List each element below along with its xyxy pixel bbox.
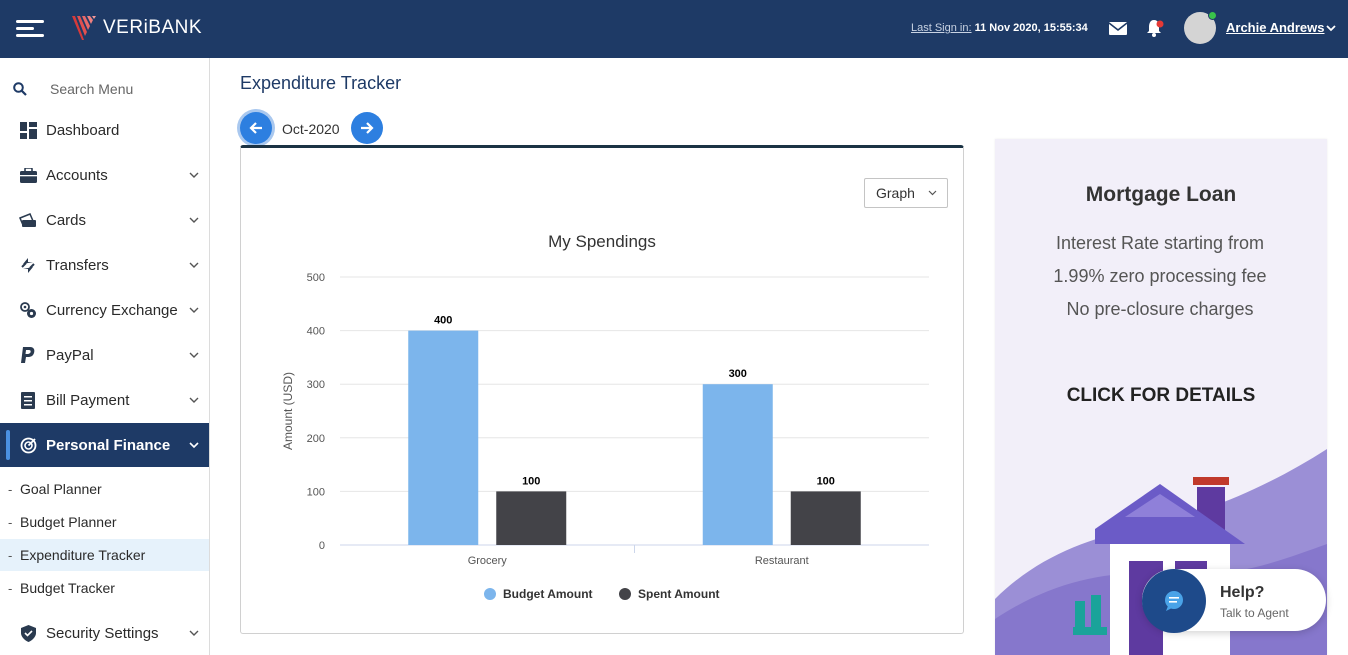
bill-icon bbox=[19, 391, 37, 409]
ad-title: Mortgage Loan bbox=[1085, 183, 1237, 206]
briefcase-icon bbox=[19, 166, 37, 184]
veribank-logo-icon bbox=[72, 16, 96, 40]
x-tick-label: Restaurant bbox=[755, 555, 809, 567]
current-month: Oct-2020 bbox=[282, 121, 340, 137]
legend-marker bbox=[619, 588, 631, 600]
y-axis-label: Amount (USD) bbox=[281, 372, 295, 450]
shield-icon bbox=[19, 624, 37, 642]
avatar[interactable] bbox=[1184, 11, 1217, 44]
expenditure-chart-card: Graph My Spendings 0 100 200 300 400 500 Amoun… bbox=[240, 145, 964, 634]
bar-spent-amount bbox=[790, 491, 861, 545]
hamburger-menu-icon[interactable] bbox=[16, 20, 44, 38]
chevron-down-icon bbox=[189, 352, 199, 358]
data-label: 100 bbox=[817, 475, 835, 487]
transfer-icon bbox=[19, 256, 37, 274]
sidebar-item-label: Security Settings bbox=[46, 624, 159, 642]
top-navbar: VERiBANK Last Sign in: 11 Nov 2020, 15:5… bbox=[0, 0, 1348, 58]
sidebar-item-security-settings[interactable]: Security Settings bbox=[0, 611, 209, 655]
sidebar: Dashboard Accounts Cards Transfers Curre… bbox=[0, 58, 210, 655]
bar-budget-amount bbox=[702, 384, 773, 545]
y-tick-label: 500 bbox=[307, 272, 325, 284]
chat-button[interactable] bbox=[1142, 569, 1206, 633]
search-menu bbox=[0, 76, 209, 102]
chevron-down-icon[interactable] bbox=[1326, 23, 1336, 33]
chevron-down-icon bbox=[189, 217, 199, 223]
search-menu-input[interactable] bbox=[50, 79, 200, 99]
online-status-dot bbox=[1208, 11, 1217, 20]
sidebar-item-paypal[interactable]: PayPal bbox=[0, 333, 209, 377]
previous-month-button[interactable] bbox=[240, 112, 272, 144]
last-signin: Last Sign in: 11 Nov 2020, 15:55:34 bbox=[911, 22, 1088, 34]
legend-item: Spent Amount bbox=[638, 587, 720, 601]
page-title: Expenditure Tracker bbox=[240, 73, 402, 93]
mail-icon[interactable] bbox=[1108, 18, 1128, 38]
sidebar-item-label: Cards bbox=[46, 211, 87, 229]
y-tick-label: 400 bbox=[307, 326, 325, 338]
bar-spent-amount bbox=[496, 491, 567, 545]
sidebar-subitem-budget-planner[interactable]: - Budget Planner bbox=[0, 506, 209, 538]
sidebar-item-label: Transfers bbox=[46, 256, 109, 274]
paypal-icon bbox=[19, 346, 37, 364]
bar-chart: 0 100 200 300 400 500 Amount (USD) Grocery 400 10… bbox=[281, 272, 929, 601]
legend-marker bbox=[484, 588, 496, 600]
sidebar-item-label: Bill Payment bbox=[46, 391, 130, 409]
help-subtitle: Talk to Agent bbox=[1220, 606, 1289, 620]
help-chat-widget[interactable]: Help? Talk to Agent bbox=[1142, 569, 1326, 633]
y-tick-label: 0 bbox=[319, 540, 325, 552]
y-tick-label: 200 bbox=[307, 433, 325, 445]
sidebar-item-personal-finance[interactable]: Personal Finance bbox=[0, 423, 209, 467]
sidebar-subitem-budget-tracker[interactable]: - Budget Tracker bbox=[0, 572, 209, 604]
sidebar-subitem-expenditure-tracker[interactable]: - Expenditure Tracker bbox=[0, 539, 209, 571]
ad-description: Interest Rate starting from 1.99% zero p… bbox=[1053, 233, 1267, 319]
chevron-down-icon bbox=[189, 630, 199, 636]
currency-exchange-icon bbox=[19, 301, 37, 319]
sidebar-item-label: Personal Finance bbox=[46, 436, 171, 454]
sidebar-subitem-label: Goal Planner bbox=[20, 481, 102, 497]
x-tick-label: Grocery bbox=[468, 555, 508, 567]
sidebar-item-bill-payment[interactable]: Bill Payment bbox=[0, 378, 209, 422]
arrow-right-icon bbox=[361, 122, 374, 134]
data-label: 400 bbox=[434, 315, 452, 327]
sidebar-item-label: Currency Exchange bbox=[46, 301, 178, 319]
last-signin-label: Last Sign in: bbox=[911, 22, 972, 34]
sidebar-subitem-label: Budget Planner bbox=[20, 514, 117, 530]
user-menu-name[interactable]: Archie Andrews bbox=[1226, 20, 1325, 35]
chevron-down-icon bbox=[189, 307, 199, 313]
last-signin-value: 11 Nov 2020, 15:55:34 bbox=[971, 22, 1088, 34]
sidebar-subitem-goal-planner[interactable]: - Goal Planner bbox=[0, 473, 209, 505]
sidebar-item-label: Dashboard bbox=[46, 121, 120, 139]
data-label: 300 bbox=[729, 368, 747, 380]
y-tick-label: 300 bbox=[307, 379, 325, 391]
data-label: 100 bbox=[522, 475, 540, 487]
brand-logo[interactable]: VERiBANK bbox=[70, 13, 202, 43]
chevron-down-icon bbox=[189, 397, 199, 403]
ad-cta: CLICK FOR DETAILS bbox=[1066, 385, 1256, 406]
chevron-down-icon bbox=[189, 172, 199, 178]
sidebar-subitem-label: Budget Tracker bbox=[20, 580, 115, 596]
sidebar-subitem-label: Expenditure Tracker bbox=[20, 547, 146, 563]
sidebar-item-cards[interactable]: Cards bbox=[0, 198, 209, 242]
sidebar-item-accounts[interactable]: Accounts bbox=[0, 153, 209, 197]
chevron-down-icon bbox=[189, 442, 199, 449]
arrow-left-icon bbox=[249, 122, 262, 134]
dashboard-icon bbox=[19, 121, 37, 139]
search-icon[interactable] bbox=[13, 82, 27, 96]
help-title: Help? bbox=[1220, 584, 1265, 601]
next-month-button[interactable] bbox=[351, 112, 383, 144]
brand-name: VERiBANK bbox=[103, 17, 203, 38]
legend-item: Budget Amount bbox=[503, 587, 593, 601]
y-tick-label: 100 bbox=[307, 486, 325, 498]
bar-budget-amount bbox=[408, 330, 479, 545]
chevron-down-icon bbox=[189, 262, 199, 268]
bell-icon[interactable] bbox=[1144, 18, 1164, 38]
sidebar-item-label: Accounts bbox=[46, 166, 108, 184]
sidebar-item-dashboard[interactable]: Dashboard bbox=[0, 108, 209, 152]
sidebar-item-label: PayPal bbox=[46, 346, 94, 364]
chat-bubble-icon bbox=[1165, 591, 1183, 611]
active-indicator bbox=[6, 430, 10, 460]
sidebar-item-transfers[interactable]: Transfers bbox=[0, 243, 209, 287]
sidebar-item-currency-exchange[interactable]: Currency Exchange bbox=[0, 288, 209, 332]
target-icon bbox=[19, 436, 37, 454]
credit-card-icon bbox=[19, 211, 37, 229]
